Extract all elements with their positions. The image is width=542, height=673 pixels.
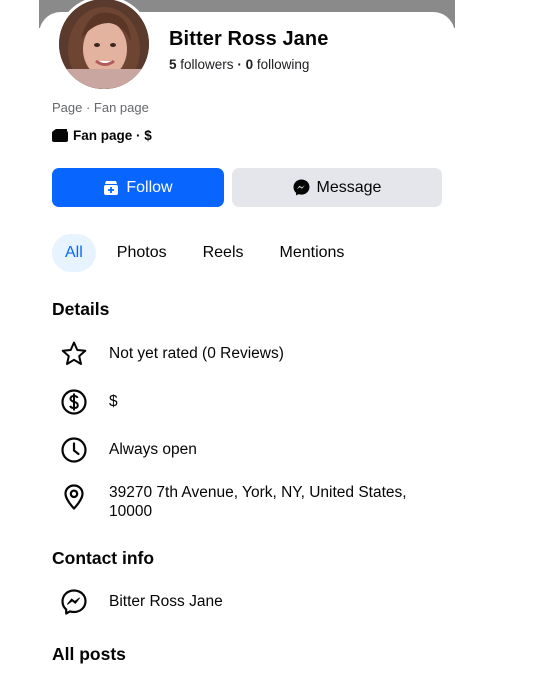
category-line: Fan page · $ — [52, 128, 152, 143]
tab-reels[interactable]: Reels — [203, 234, 244, 272]
messenger-icon — [293, 179, 310, 196]
hours-text: Always open — [109, 441, 197, 458]
category-text: Fan page · $ — [73, 128, 152, 143]
message-button[interactable]: Message — [232, 168, 442, 207]
details-address-row[interactable]: 39270 7th Avenue, York, NY, United State… — [58, 481, 407, 520]
messenger-name: Bitter Ross Jane — [109, 593, 223, 610]
following-count: 0 — [245, 57, 254, 72]
tab-photos[interactable]: Photos — [117, 234, 167, 272]
price-text: $ — [109, 393, 118, 410]
dollar-icon — [58, 386, 90, 418]
profile-name: Bitter Ross Jane — [169, 28, 329, 50]
avatar[interactable] — [56, 0, 152, 92]
rating-text: Not yet rated (0 Reviews) — [109, 345, 284, 362]
follow-counts[interactable]: 5 followers · 0 following — [169, 57, 309, 72]
message-button-label: Message — [316, 178, 382, 196]
follow-button-label: Follow — [126, 178, 173, 196]
details-hours-row: Always open — [58, 434, 197, 466]
tab-all[interactable]: All — [52, 234, 96, 272]
follow-icon — [104, 180, 119, 195]
details-rating-row: Not yet rated (0 Reviews) — [58, 338, 284, 370]
profile-tabs: All Photos Reels Mentions — [52, 234, 344, 272]
follow-button[interactable]: Follow — [52, 168, 224, 207]
followers-label: followers — [180, 57, 234, 72]
address-line-1: 39270 7th Avenue, York, NY, United State… — [109, 484, 407, 501]
address-line-2: 10000 — [109, 503, 153, 520]
counts-separator: · — [237, 57, 242, 72]
star-icon — [58, 338, 90, 370]
clapperboard-icon — [52, 129, 68, 142]
page-type-label: Page · Fan page — [52, 100, 149, 115]
location-pin-icon — [58, 481, 90, 513]
profile-photo-image — [59, 0, 149, 89]
details-price-row: $ — [58, 386, 118, 418]
followers-count: 5 — [169, 57, 177, 72]
following-label: following — [256, 57, 310, 72]
clock-icon — [58, 434, 90, 466]
all-posts-heading: All posts — [52, 644, 126, 664]
contact-info-heading: Contact info — [52, 548, 155, 568]
contact-messenger-row[interactable]: Bitter Ross Jane — [58, 586, 223, 618]
details-heading: Details — [52, 299, 110, 319]
tab-mentions[interactable]: Mentions — [280, 234, 345, 272]
messenger-outline-icon — [58, 586, 90, 618]
